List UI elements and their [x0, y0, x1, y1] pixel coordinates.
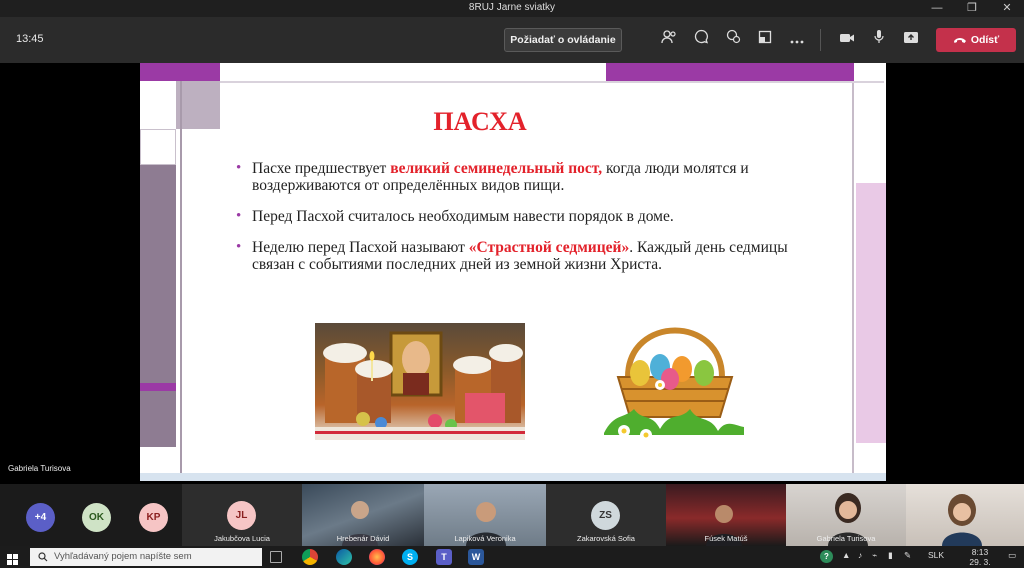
participant-tile[interactable] [906, 484, 1024, 546]
network-icon[interactable]: ⌁ [872, 550, 877, 561]
bullet-text: Пасхе предшествует [252, 160, 391, 177]
skype-icon[interactable]: S [402, 549, 418, 565]
shared-content-stage: ПАСХА Пасхе предшествует великий семинед… [0, 63, 1024, 484]
slide-decor-column [140, 129, 176, 447]
maximize-button[interactable]: ❐ [955, 0, 989, 17]
edge-icon[interactable] [336, 549, 352, 565]
slide-decor-line [220, 81, 884, 83]
leave-label: Odísť [970, 34, 1000, 46]
bullet-highlight: великий семинедельный пост, [390, 160, 603, 177]
participant-name: Lapiková Veronika [454, 534, 516, 543]
close-window-button[interactable]: ✕ [990, 0, 1024, 17]
participant-name: Fúsek Matúš [704, 534, 748, 543]
windows-taskbar: Vyhľadávaný pojem napíšte sem S T W ? ▲ … [0, 546, 1024, 568]
taskbar-clock[interactable]: 8:13 29. 3. 2021 [960, 547, 1000, 568]
window-title: 8RUJ Jarne sviatky [468, 2, 556, 13]
participant-name: Zakarovská Sofia [577, 534, 635, 543]
request-control-button[interactable]: Požiadať o ovládanie [504, 28, 622, 52]
participant-name: Hrebenár Dávid [336, 534, 390, 543]
share-icon[interactable] [900, 29, 922, 51]
easter-basket-image [600, 315, 750, 445]
help-icon[interactable]: ? [820, 550, 833, 563]
participant-avatar[interactable]: OK [82, 503, 111, 532]
participant-tile[interactable]: Fúsek Matúš [666, 484, 786, 546]
easter-cakes-photo [315, 323, 525, 440]
participant-tile[interactable]: Gabriela Turisova [786, 484, 906, 546]
slide-bullet-list: Пасхе предшествует великий семинедельный… [236, 160, 796, 287]
minimize-button[interactable]: — [920, 0, 954, 17]
slide-decor-box [176, 81, 220, 129]
slide-decor-rule [852, 83, 854, 473]
toolbar-divider [820, 29, 821, 51]
slide-decor-box [140, 129, 176, 165]
pen-icon[interactable]: ✎ [904, 550, 911, 561]
chrome-icon[interactable] [302, 549, 318, 565]
search-placeholder: Vyhľadávaný pojem napíšte sem [54, 551, 192, 562]
title-bar: 8RUJ Jarne sviatky — ❐ ✕ [0, 0, 1024, 17]
participant-avatar: JL [227, 501, 256, 530]
slide-bullet: Неделю перед Пасхой называют «Страстной … [236, 239, 796, 273]
search-icon [38, 552, 48, 562]
participant-strip: +4 OK KP JL Jakubčova Lucia Hrebenár Dáv… [0, 484, 1024, 546]
word-icon[interactable]: W [468, 549, 484, 565]
phone-icon [953, 38, 966, 44]
firefox-icon[interactable] [369, 549, 385, 565]
more-icon[interactable] [786, 29, 808, 51]
breakout-rooms-icon[interactable] [754, 29, 776, 51]
tray-chevron-icon[interactable]: ▲ [842, 550, 850, 560]
start-button[interactable] [7, 552, 18, 565]
slide-decor-bar [140, 63, 220, 81]
slide-bullet: Перед Пасхой считалось необходимым навес… [236, 208, 796, 225]
chat-icon[interactable] [690, 29, 712, 51]
camera-icon[interactable] [836, 29, 858, 51]
participant-tile[interactable]: Hrebenár Dávid [302, 484, 424, 546]
slide-bullet: Пасхе предшествует великий семинедельный… [236, 160, 796, 194]
participant-tile[interactable]: Lapiková Veronika [424, 484, 546, 546]
slide-decor-rule [180, 81, 182, 481]
slide-decor-accent [140, 383, 176, 391]
presentation-slide: ПАСХА Пасхе предшествует великий семинед… [140, 63, 886, 481]
mic-icon[interactable] [868, 29, 890, 51]
bullet-text: Неделю перед Пасхой называют [252, 239, 469, 256]
presenter-name-label: Gabriela Turisova [8, 464, 71, 473]
task-view-icon[interactable] [270, 551, 282, 563]
taskbar-date: 29. 3. 2021 [969, 557, 991, 568]
taskbar-time: 8:13 [971, 547, 989, 557]
participant-avatar[interactable]: KP [139, 503, 168, 532]
slide-decor-column [856, 183, 886, 443]
meeting-timer: 13:45 [16, 33, 44, 45]
meeting-toolbar: 13:45 Požiadať o ovládanie Odísť [0, 17, 1024, 63]
overflow-participants-button[interactable]: +4 [26, 503, 55, 532]
teams-icon[interactable]: T [436, 549, 452, 565]
participants-icon[interactable] [658, 29, 680, 51]
reactions-icon[interactable] [722, 29, 744, 51]
leave-button[interactable]: Odísť [936, 28, 1016, 52]
participant-name: Jakubčova Lucia [214, 534, 270, 543]
teams-meeting-window: 8RUJ Jarne sviatky — ❐ ✕ 13:45 Požiadať … [0, 0, 1024, 568]
participant-avatar: ZS [591, 501, 620, 530]
slide-title: ПАСХА [433, 107, 527, 136]
bullet-highlight: «Страстной седмицей» [468, 239, 630, 256]
notifications-icon[interactable]: ▭ [1008, 550, 1016, 561]
bullet-text: Перед Пасхой считалось необходимым навес… [252, 208, 674, 225]
volume-icon[interactable]: ♪ [858, 550, 862, 560]
taskbar-search-input[interactable]: Vyhľadávaný pojem napíšte sem [30, 548, 262, 566]
language-indicator[interactable]: SLK [928, 550, 944, 560]
participant-name: Gabriela Turisova [816, 534, 876, 543]
participant-tile[interactable]: JL Jakubčova Lucia [182, 484, 302, 546]
slide-decor-footer [140, 473, 886, 481]
participant-tile[interactable]: ZS Zakarovská Sofia [546, 484, 666, 546]
battery-icon[interactable]: ▮ [888, 550, 893, 561]
slide-decor-bar [606, 63, 854, 81]
